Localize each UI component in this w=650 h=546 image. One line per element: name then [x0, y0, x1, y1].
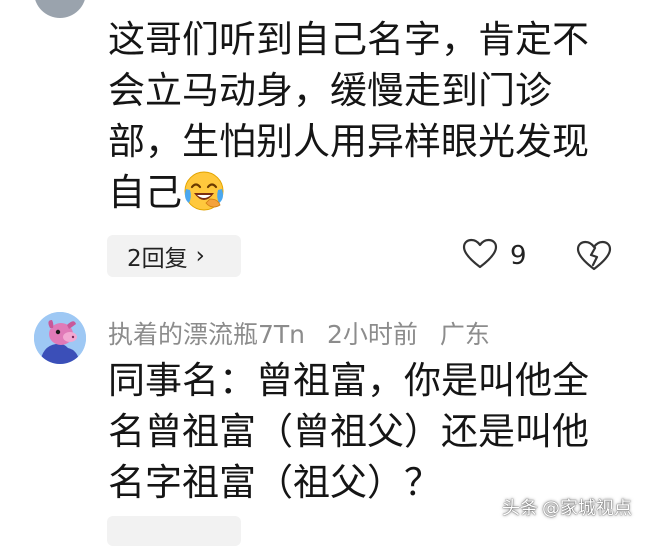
comment-2-meta: 执着的漂流瓶7Tn 2小时前 广东 [108, 315, 504, 351]
comment-line: 同事名：曾祖富，你是叫他全 [108, 359, 589, 402]
location: 广东 [439, 320, 490, 349]
reply-count-button[interactable]: 2回复 › [107, 235, 241, 277]
avatar[interactable] [34, 312, 86, 364]
timestamp: 2小时前 [326, 320, 418, 349]
avatar-cartoon-icon [34, 312, 86, 364]
chevron-right-icon: › [195, 243, 205, 269]
heart-icon [462, 238, 498, 274]
reply-count-button[interactable] [107, 516, 241, 546]
comment-line: 名曾祖富（曾祖父）还是叫他 [108, 410, 589, 453]
watermark-platform: 头条 [502, 498, 538, 519]
comment-2-text: 同事名：曾祖富，你是叫他全 名曾祖富（曾祖父）还是叫他 名字祖富（祖父）？ [108, 355, 628, 508]
avatar[interactable] [34, 0, 86, 18]
comment-line: 这哥们听到自己名字，肯定不 [108, 18, 589, 61]
broken-heart-icon [576, 240, 612, 276]
like-count: 9 [510, 241, 527, 271]
comment-line: 会立马动身，缓慢走到门诊 [108, 69, 552, 112]
comment-line-text: 自己 [108, 171, 182, 214]
comment-1-text: 这哥们听到自己名字，肯定不 会立马动身，缓慢走到门诊 部，生怕别人用异样眼光发现… [108, 14, 628, 218]
dislike-button[interactable] [576, 240, 612, 276]
reply-count-label: 2回复 [127, 246, 188, 272]
watermark-author: @家城视点 [542, 498, 632, 519]
laughing-crying-emoji-icon [182, 169, 226, 213]
watermark: 头条 @家城视点 [502, 494, 636, 520]
comment-line: 部，生怕别人用异样眼光发现 [108, 120, 589, 163]
username[interactable]: 执着的漂流瓶7Tn [108, 320, 305, 349]
like-button[interactable]: 9 [462, 238, 527, 274]
comment-line: 自己 [108, 167, 628, 218]
